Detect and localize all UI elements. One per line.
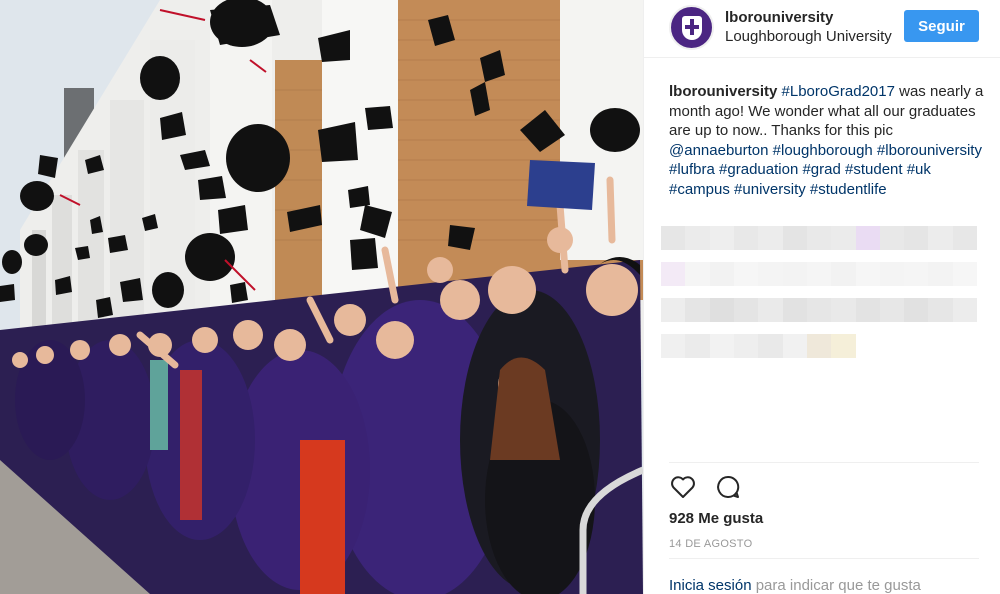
hashtag-link[interactable]: #uk <box>907 161 931 178</box>
hashtag-link[interactable]: #graduation <box>719 161 798 178</box>
hashtag-link[interactable]: #university <box>734 181 806 198</box>
post-photo[interactable] <box>0 0 643 594</box>
hashtag-link[interactable]: #campus <box>669 181 730 198</box>
hashtag-link[interactable]: #student <box>845 161 903 178</box>
hashtag-link[interactable]: #LboroGrad2017 <box>782 83 895 100</box>
hashtag-link[interactable]: #lufbra <box>669 161 715 178</box>
post-date: 14 DE AGOSTO <box>669 538 753 550</box>
hashtag-link[interactable]: #loughborough <box>773 142 873 159</box>
blurred-comments <box>661 226 978 358</box>
post-caption: lborouniversity #LboroGrad2017 was nearl… <box>669 82 984 199</box>
login-link[interactable]: Inicia sesión <box>669 577 752 594</box>
likes-count[interactable]: 928 Me gusta <box>669 510 763 527</box>
hashtag-link[interactable]: #grad <box>802 161 840 178</box>
login-prompt-text: para indicar que te gusta <box>751 577 921 594</box>
post-actions <box>669 473 742 503</box>
divider <box>669 558 979 559</box>
mention-link[interactable]: @annaeburton <box>669 142 768 159</box>
post-header: lborouniversity Loughborough University … <box>644 0 1000 58</box>
hashtag-link[interactable]: #lborouniversity <box>877 142 982 159</box>
hashtag-link[interactable]: #studentlife <box>810 181 887 198</box>
post-sidebar: lborouniversity Loughborough University … <box>643 0 1000 594</box>
username-link[interactable]: lborouniversity <box>725 9 833 26</box>
avatar[interactable] <box>669 5 714 50</box>
heart-icon[interactable] <box>669 473 697 501</box>
speech-bubble-icon[interactable] <box>714 473 742 501</box>
follow-button[interactable]: Seguir <box>904 10 979 42</box>
login-prompt: Inicia sesión para indicar que te gusta <box>669 577 921 594</box>
divider <box>669 462 979 463</box>
shield-icon <box>681 15 702 40</box>
graduation-photo <box>0 0 643 594</box>
caption-author-link[interactable]: lborouniversity <box>669 83 777 100</box>
location-link[interactable]: Loughborough University <box>725 28 895 45</box>
